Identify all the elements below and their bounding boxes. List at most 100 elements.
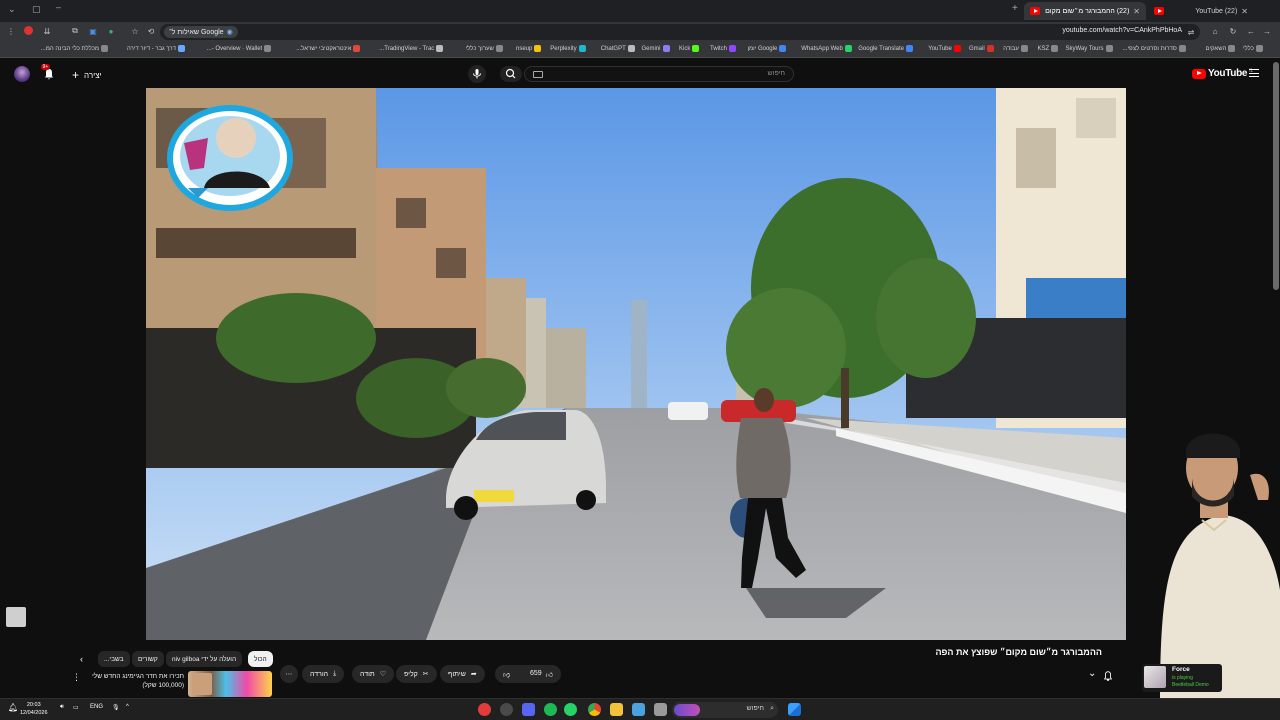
extensions-icon[interactable]: ⧉ (70, 26, 80, 36)
bookmark-item[interactable]: nseup (516, 45, 542, 52)
bookmark-item[interactable]: שערוך כללי (466, 45, 503, 52)
chip-related[interactable]: קשורים (132, 651, 164, 667)
create-button[interactable]: יצירה + (72, 68, 102, 82)
app-blue-icon[interactable] (632, 703, 645, 716)
bookmark-item[interactable]: Google Translate (858, 45, 913, 52)
new-tab-icon[interactable]: + (1012, 3, 1018, 14)
window-restore-icon[interactable]: ▢ (32, 4, 41, 15)
translate-chip[interactable]: שאילות ל־ Google ◉ (164, 26, 238, 38)
bookmark-item[interactable]: Kick (679, 45, 700, 52)
taskbar-search[interactable]: חיפוש ⌕ (672, 702, 778, 718)
chevron-down-icon[interactable]: ⌄ (1088, 668, 1096, 679)
bookmark-item[interactable]: Google יומן (748, 45, 787, 52)
discord-icon[interactable] (522, 703, 535, 716)
bookmark-favicon-icon (578, 45, 586, 52)
video-player[interactable] (146, 88, 1126, 640)
bookmark-favicon-icon (1255, 45, 1263, 52)
language-indicator[interactable]: ENG (90, 704, 103, 710)
avatar[interactable] (14, 66, 30, 82)
extension-green-icon[interactable]: ● (106, 26, 116, 36)
bookmark-star-icon[interactable]: ☆ (130, 26, 140, 36)
tab-youtube[interactable]: ✕ (22) YouTube (1148, 2, 1254, 20)
chevron-left-icon[interactable]: ‹ (80, 654, 83, 664)
network-icon[interactable]: ▭ (73, 704, 79, 711)
tab-close-icon[interactable]: ✕ (1133, 7, 1140, 16)
more-actions-button[interactable]: ⋯ (280, 665, 298, 683)
bookmark-item[interactable]: אינטראקטיבי ישראל... (296, 45, 361, 52)
bookmark-item[interactable]: YouTube (928, 45, 961, 52)
address-bar[interactable]: שאילות ל־ Google ◉ youtube.com/watch?v=C… (160, 24, 1200, 40)
youtube-logo[interactable]: YouTube IL (1192, 68, 1253, 79)
downloads-icon[interactable]: ⇊ (42, 26, 52, 36)
bookmark-item[interactable]: השאקים (1206, 45, 1236, 52)
bookmark-item[interactable]: Perplexity (550, 45, 586, 52)
volume-icon[interactable]: 🔊︎ (60, 704, 64, 711)
history-icon[interactable]: ⟲ (146, 26, 156, 36)
bookmark-item[interactable]: עבודה (1003, 45, 1028, 52)
back-icon[interactable]: → (1262, 26, 1272, 36)
bookmark-item[interactable]: TradingView - Trac... (379, 45, 444, 52)
whatsapp-icon[interactable] (564, 703, 577, 716)
task-view-icon[interactable] (654, 703, 667, 716)
chip-all[interactable]: הכול (248, 651, 273, 667)
clock-time: 20:03 (26, 702, 41, 708)
force-widget[interactable]: Force is playing Beetleball Demo (1142, 664, 1222, 692)
site-settings-icon[interactable]: ⇌ (1186, 27, 1196, 37)
chip-recent[interactable]: בשבי... (98, 651, 130, 667)
bookmark-item[interactable]: Twitch (710, 45, 737, 52)
dislike-icon[interactable]: 👎︎ (503, 670, 510, 679)
bookmark-item[interactable]: כללי (1243, 45, 1263, 52)
bookmark-item[interactable]: ChatGPT (601, 45, 635, 52)
share-button[interactable]: ➦ שיתוף (440, 665, 485, 683)
suggestion-thumbnail[interactable] (188, 671, 272, 697)
tray-chevron-icon[interactable]: ^ (126, 704, 129, 710)
profile-icon[interactable] (24, 26, 33, 35)
search-button[interactable] (500, 66, 522, 82)
home-icon[interactable]: ⌂ (1210, 26, 1220, 36)
clock[interactable]: 20:03 12/04/2026 (20, 701, 48, 717)
chrome-icon[interactable] (588, 703, 601, 716)
reload-icon[interactable]: ↻ (1228, 26, 1238, 36)
bookmark-item[interactable]: KSZ (1038, 45, 1059, 52)
bookmark-item[interactable]: Gmail (969, 45, 994, 52)
keyboard-icon[interactable] (533, 71, 543, 78)
download-button[interactable]: ⤓ הורדה (302, 665, 345, 683)
bookmark-item[interactable]: SkyWay Tours (1066, 45, 1113, 52)
thanks-button[interactable]: ♡ תודה (352, 665, 395, 683)
more-vert-icon[interactable]: ⋮ (6, 26, 16, 36)
app-red-icon[interactable] (478, 703, 491, 716)
streamer-image (1160, 433, 1280, 700)
clip-button[interactable]: ✂ קליפ (396, 665, 437, 683)
tab-close-icon[interactable]: ✕ (1241, 7, 1248, 16)
voice-search-button[interactable] (468, 65, 486, 83)
notification-center-icon[interactable]: 🔔︎ (8, 703, 18, 712)
translate-icon: ◉ (226, 29, 233, 36)
bell-subscribe-icon[interactable] (1102, 669, 1114, 687)
window-minimize-icon[interactable]: – (56, 2, 61, 12)
forward-icon[interactable]: ← (1246, 26, 1256, 36)
spotify-icon[interactable] (544, 703, 557, 716)
tab-search-icon[interactable]: ⌄ (8, 4, 16, 15)
suggestion-title[interactable]: תכירו את חדר הגיימינג החדש שלי (100,000 … (88, 672, 184, 690)
chip-uploaded-by[interactable]: הועלה על ידי niv gilboa (166, 651, 243, 667)
suggestion-menu-icon[interactable]: ⋮ (72, 672, 81, 683)
obs-icon[interactable] (500, 703, 513, 716)
windows-start-icon[interactable] (788, 703, 801, 716)
force-thumbnail (1144, 666, 1166, 688)
like-button[interactable]: 659 👍︎ (530, 670, 553, 679)
mic-tray-icon[interactable]: 🎙︎ (112, 704, 120, 711)
bookmark-item[interactable]: סדרות וסרטים לצפי... (1123, 45, 1186, 52)
scrollbar[interactable] (1273, 62, 1279, 290)
bookmark-item[interactable]: WhatsApp Web (801, 45, 852, 52)
bookmark-item[interactable]: מכללת כלי הבינה המ... (41, 45, 109, 52)
notifications-button[interactable]: 9+ (41, 64, 56, 81)
miniplayer-thumbnail[interactable] (6, 607, 26, 627)
bookmark-item[interactable]: Gemini (642, 45, 670, 52)
bookmark-item[interactable]: דרך גבר - דיור דירה (127, 45, 185, 52)
file-explorer-icon[interactable] (610, 703, 623, 716)
bookmark-item[interactable]: Overview · Wallet -... (207, 45, 272, 52)
menu-icon[interactable] (1249, 69, 1259, 77)
sidepanel-icon[interactable]: ▣ (88, 26, 98, 36)
tab-video[interactable]: ✕ (22) ההמבורגר מ״שום מקום״ שפוצץ ... (1024, 2, 1146, 20)
search-input[interactable]: חיפוש (524, 66, 794, 82)
